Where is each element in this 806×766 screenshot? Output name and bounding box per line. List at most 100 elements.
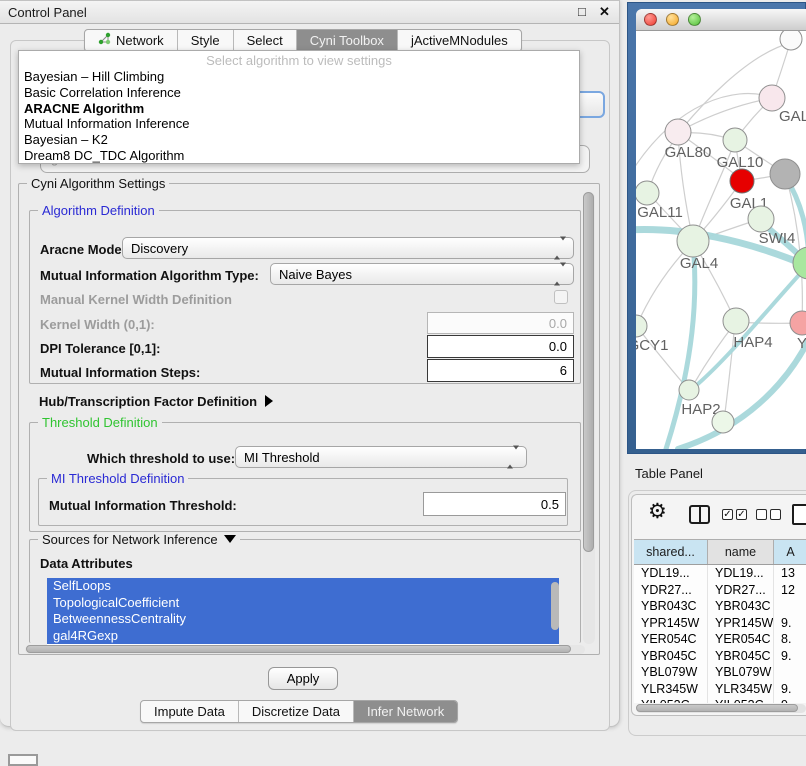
close-icon[interactable]: ✕ bbox=[599, 4, 610, 20]
sources-toggle[interactable]: Sources for Network Inference bbox=[38, 532, 240, 547]
bottom-tab-bar: Impute Data Discretize Data Infer Networ… bbox=[140, 700, 458, 723]
settings-vertical-scrollbar[interactable] bbox=[583, 192, 595, 644]
mac-zoom-icon[interactable] bbox=[688, 13, 701, 26]
network-window: GALGAL80GAL10GAL1GAL11SWI4GAL4GCY1HAP4YH… bbox=[636, 9, 806, 449]
kernel-width-field[interactable] bbox=[427, 312, 574, 334]
table-cell: YBR043C bbox=[708, 598, 774, 615]
column-header[interactable]: shared... bbox=[634, 540, 708, 564]
manual-kernel-checkbox[interactable] bbox=[554, 290, 568, 304]
algorithm-option[interactable]: Bayesian – K2 bbox=[19, 132, 579, 148]
table-row[interactable]: YIL052CYIL052C9 bbox=[634, 697, 806, 703]
table-cell: YBL079W bbox=[708, 664, 774, 681]
network-node[interactable] bbox=[780, 31, 802, 50]
aracne-mode-combo[interactable]: Discovery bbox=[122, 237, 574, 259]
node-label: Y bbox=[797, 335, 806, 352]
table-cell: YDL19... bbox=[634, 565, 708, 582]
data-attributes-label: Data Attributes bbox=[40, 556, 133, 571]
table-panel: ⚙ ✓✓ shared...nameA YDL19...YDL19...13YD… bbox=[628, 490, 806, 736]
deselect-all-columns-icon[interactable] bbox=[756, 509, 781, 520]
tab-jactivemnodules[interactable]: jActiveMNodules bbox=[398, 30, 521, 51]
mi-steps-field[interactable] bbox=[427, 359, 574, 382]
manual-kernel-label: Manual Kernel Width Definition bbox=[40, 292, 232, 307]
network-canvas[interactable]: GALGAL80GAL10GAL1GAL11SWI4GAL4GCY1HAP4YH… bbox=[636, 31, 806, 449]
table-cell: YLR345W bbox=[634, 681, 708, 698]
algorithm-option[interactable]: Basic Correlation Inference bbox=[19, 85, 579, 101]
apply-button[interactable]: Apply bbox=[268, 667, 338, 690]
node-label: GAL10 bbox=[717, 154, 764, 171]
mi-threshold-label: Mutual Information Threshold: bbox=[49, 498, 237, 513]
network-node[interactable] bbox=[730, 169, 754, 193]
dpi-tolerance-field[interactable] bbox=[427, 335, 574, 358]
algorithm-option[interactable]: Mutual Information Inference bbox=[19, 116, 579, 132]
select-all-columns-icon[interactable]: ✓✓ bbox=[722, 509, 747, 520]
settings-group-title: Cyni Algorithm Settings bbox=[27, 176, 169, 191]
column-header[interactable]: name bbox=[708, 540, 774, 564]
network-node[interactable] bbox=[636, 181, 659, 205]
network-node[interactable] bbox=[712, 411, 734, 433]
threshold-definition-title: Threshold Definition bbox=[38, 415, 162, 430]
algorithm-option[interactable]: Dream8 DC_TDC Algorithm bbox=[19, 148, 579, 164]
mac-close-icon[interactable] bbox=[644, 13, 657, 26]
tab-discretize-data[interactable]: Discretize Data bbox=[239, 701, 354, 722]
network-node[interactable] bbox=[790, 311, 806, 335]
tab-style[interactable]: Style bbox=[178, 30, 234, 51]
gear-icon[interactable]: ⚙ bbox=[648, 499, 667, 524]
expand-right-icon bbox=[265, 395, 273, 407]
table-row[interactable]: YER054CYER054C8. bbox=[634, 631, 806, 648]
table-row[interactable]: YBR043CYBR043C bbox=[634, 598, 806, 615]
network-node[interactable] bbox=[770, 159, 800, 189]
network-node[interactable] bbox=[677, 225, 709, 257]
table-cell: YBR045C bbox=[708, 648, 774, 665]
table-header-row: shared...nameA bbox=[634, 539, 806, 565]
table-row[interactable]: YDR27...YDR27...12 bbox=[634, 582, 806, 599]
mac-minimize-icon[interactable] bbox=[666, 13, 679, 26]
network-node[interactable] bbox=[723, 308, 749, 334]
network-node[interactable] bbox=[748, 206, 774, 232]
collapse-down-icon bbox=[224, 535, 236, 543]
network-node[interactable] bbox=[679, 380, 699, 400]
algorithm-option[interactable]: Bayesian – Hill Climbing bbox=[19, 69, 579, 85]
table-row[interactable]: YLR345WYLR345W9. bbox=[634, 681, 806, 698]
hub-section-toggle[interactable]: Hub/Transcription Factor Definition bbox=[39, 394, 273, 409]
attribute-list-item[interactable]: TopologicalCoefficient bbox=[47, 595, 559, 612]
tab-select[interactable]: Select bbox=[234, 30, 297, 51]
table-cell: YPR145W bbox=[634, 615, 708, 632]
table-row[interactable]: YDL19...YDL19...13 bbox=[634, 565, 806, 582]
tab-impute-data[interactable]: Impute Data bbox=[141, 701, 239, 722]
attribute-list-item[interactable]: BetweennessCentrality bbox=[47, 611, 559, 628]
mi-type-combo[interactable]: Naive Bayes bbox=[270, 263, 574, 285]
attribute-list-scrollbar[interactable] bbox=[551, 582, 559, 630]
table-row[interactable]: YPR145WYPR145W9. bbox=[634, 615, 806, 632]
algorithm-option[interactable]: ARACNE Algorithm bbox=[19, 101, 579, 117]
attribute-list-item[interactable]: gal4RGexp bbox=[47, 628, 559, 645]
algorithm-dropdown-popup: Select algorithm to view settings Bayesi… bbox=[18, 50, 580, 164]
column-header[interactable]: A bbox=[774, 540, 806, 564]
split-columns-icon[interactable] bbox=[689, 505, 710, 524]
which-threshold-combo[interactable]: MI Threshold bbox=[235, 446, 527, 468]
tab-network[interactable]: Network bbox=[85, 30, 178, 51]
table-row[interactable]: YBL079WYBL079W bbox=[634, 664, 806, 681]
control-panel-tab-bar: Network Style Select Cyni Toolbox jActiv… bbox=[84, 29, 522, 52]
network-window-titlebar[interactable] bbox=[636, 9, 806, 31]
mi-threshold-field[interactable] bbox=[423, 492, 566, 516]
settings-horizontal-scrollbar[interactable] bbox=[25, 645, 585, 654]
tab-infer-network[interactable]: Infer Network bbox=[354, 701, 457, 722]
float-window-icon[interactable]: □ bbox=[578, 4, 586, 19]
table-row[interactable]: YBR045CYBR045C9. bbox=[634, 648, 806, 665]
tab-cyni-toolbox[interactable]: Cyni Toolbox bbox=[297, 30, 398, 51]
network-node[interactable] bbox=[723, 128, 747, 152]
attribute-list-item[interactable]: SelfLoops bbox=[47, 578, 559, 595]
network-node[interactable] bbox=[636, 315, 647, 337]
table-panel-body: ⚙ ✓✓ shared...nameA YDL19...YDL19...13YD… bbox=[631, 494, 806, 716]
network-node[interactable] bbox=[665, 119, 691, 145]
table-cell bbox=[774, 598, 806, 615]
table-horizontal-scrollbar[interactable] bbox=[636, 704, 806, 713]
tab-label: Network bbox=[116, 30, 164, 51]
table-cell: 8. bbox=[774, 631, 806, 648]
table-body: YDL19...YDL19...13YDR27...YDR27...12YBR0… bbox=[634, 565, 806, 703]
node-label: GAL80 bbox=[665, 144, 712, 161]
table-cell: YDR27... bbox=[634, 582, 708, 599]
network-window-frame: GALGAL80GAL10GAL1GAL11SWI4GAL4GCY1HAP4YH… bbox=[627, 2, 806, 454]
export-table-icon[interactable] bbox=[792, 504, 806, 525]
cyni-algorithm-settings-group: Cyni Algorithm Settings Algorithm Defini… bbox=[18, 183, 600, 655]
